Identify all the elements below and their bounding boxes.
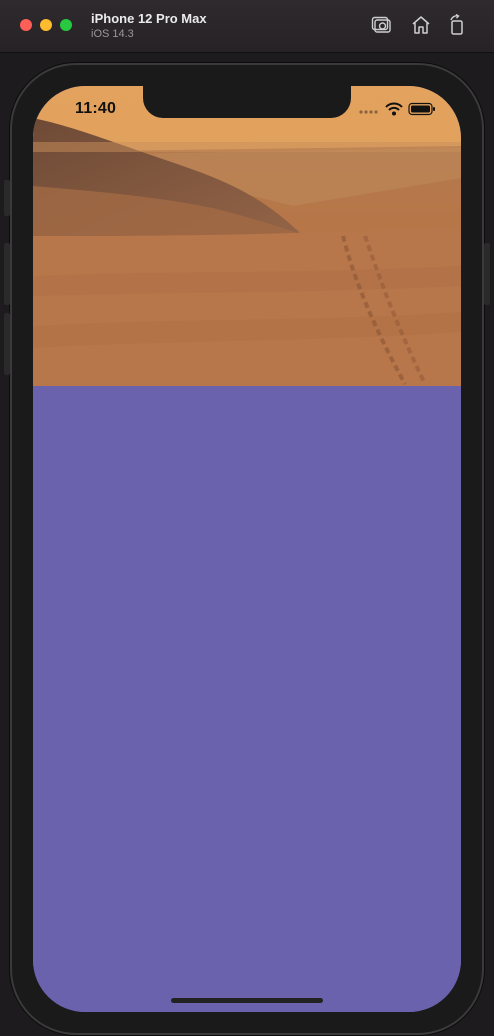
window-title-block: iPhone 12 Pro Max iOS 14.3 <box>91 11 207 41</box>
volume-down-button <box>4 313 10 375</box>
notch <box>143 86 351 118</box>
content-background <box>33 386 461 1012</box>
zoom-window-button[interactable] <box>60 19 72 31</box>
minimize-window-button[interactable] <box>40 19 52 31</box>
battery-icon <box>408 102 436 121</box>
status-time: 11:40 <box>75 100 117 117</box>
os-version: iOS 14.3 <box>91 28 134 40</box>
rotate-icon[interactable] <box>446 13 468 36</box>
volume-up-button <box>4 243 10 305</box>
home-icon[interactable] <box>410 14 432 36</box>
mars-landscape-photo <box>33 86 461 386</box>
mute-switch <box>4 180 10 216</box>
title-bar: iPhone 12 Pro Max iOS 14.3 <box>0 0 494 53</box>
device-screen[interactable] <box>33 86 461 1012</box>
wifi-icon <box>385 102 403 121</box>
close-window-button[interactable] <box>20 19 32 31</box>
screenshot-icon[interactable] <box>371 14 393 36</box>
power-button <box>484 243 490 305</box>
simulator-window: iPhone 12 Pro Max iOS 14.3 11:40 <box>0 0 494 1036</box>
home-indicator[interactable] <box>171 998 323 1003</box>
cellular-dots-icon <box>358 102 378 120</box>
device-name: iPhone 12 Pro Max <box>91 11 207 26</box>
